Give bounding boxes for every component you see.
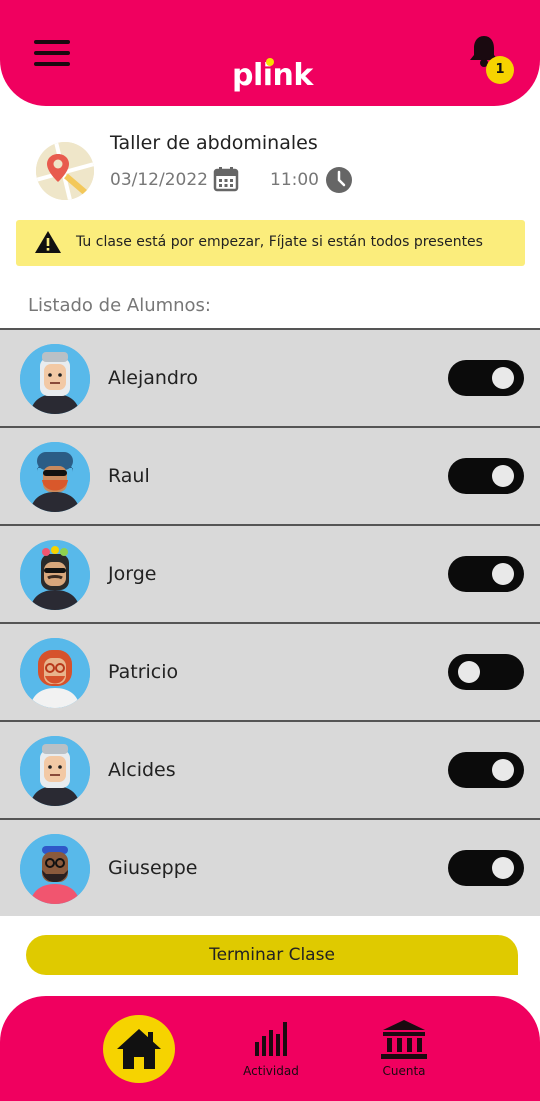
clock-icon[interactable]	[325, 166, 353, 194]
location-map-icon[interactable]	[36, 142, 94, 200]
student-avatar	[20, 834, 90, 904]
student-list: Alejandro Raul Jorge Patricio Alcides Gi…	[0, 328, 540, 916]
alert-message: Tu clase está por empezar, Fíjate si est…	[76, 234, 483, 250]
menu-icon[interactable]	[34, 40, 72, 68]
student-row: Giuseppe	[0, 818, 540, 916]
student-avatar	[20, 638, 90, 708]
bottom-nav: Actividad Cuenta	[0, 996, 540, 1101]
student-row: Raul	[0, 426, 540, 524]
class-time: 11:00	[270, 170, 319, 190]
nav-account-label: Cuenta	[382, 1064, 426, 1078]
bank-icon	[381, 1020, 427, 1059]
class-date: 03/12/2022	[110, 170, 208, 190]
finish-class-button[interactable]: Terminar Clase	[26, 935, 518, 975]
student-row: Alejandro	[0, 328, 540, 426]
nav-account[interactable]: Cuenta	[364, 1018, 444, 1084]
nav-activity[interactable]: Actividad	[231, 1018, 311, 1084]
class-title: Taller de abdominales	[110, 132, 318, 154]
attendance-toggle[interactable]	[448, 360, 524, 396]
attendance-toggle[interactable]	[448, 458, 524, 494]
home-icon[interactable]	[103, 1015, 175, 1083]
student-name: Alcides	[108, 759, 176, 781]
student-name: Giuseppe	[108, 857, 198, 879]
student-avatar	[20, 344, 90, 414]
class-start-alert: Tu clase está por empezar, Fíjate si est…	[16, 220, 525, 266]
student-row: Patricio	[0, 622, 540, 720]
nav-activity-label: Actividad	[243, 1064, 299, 1078]
app-screen: plink 1 Taller de abdominales 03/12/2022	[0, 0, 540, 1101]
student-row: Jorge	[0, 524, 540, 622]
activity-chart-icon	[255, 1022, 287, 1056]
student-name: Raul	[108, 465, 150, 487]
warning-icon	[34, 230, 62, 254]
attendance-toggle[interactable]	[448, 654, 524, 690]
student-list-heading: Listado de Alumnos:	[28, 295, 211, 316]
calendar-icon[interactable]	[213, 166, 239, 192]
student-row: Alcides	[0, 720, 540, 818]
attendance-toggle[interactable]	[448, 850, 524, 886]
student-avatar	[20, 736, 90, 806]
logo-dot-icon	[266, 58, 274, 66]
student-name: Alejandro	[108, 367, 199, 389]
app-header: plink 1	[0, 0, 540, 106]
student-name: Jorge	[108, 563, 157, 585]
student-avatar	[20, 540, 90, 610]
student-name: Patricio	[108, 661, 179, 683]
attendance-toggle[interactable]	[448, 556, 524, 592]
student-avatar	[20, 442, 90, 512]
attendance-toggle[interactable]	[448, 752, 524, 788]
notification-count-badge: 1	[486, 56, 514, 84]
